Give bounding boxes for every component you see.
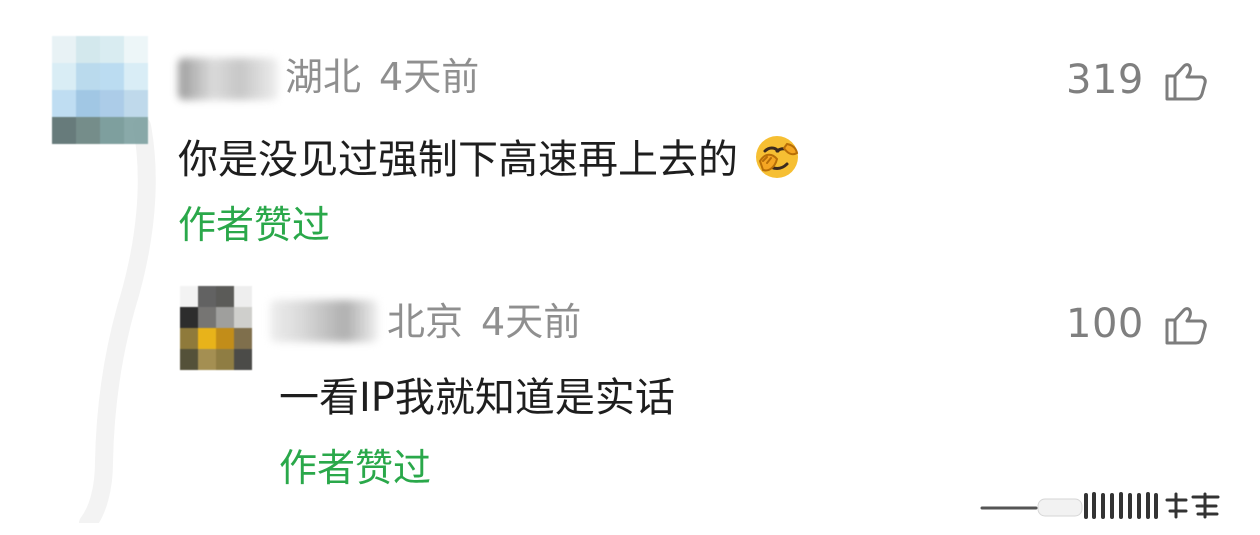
main-comment-author-liked: 作者赞过: [178, 203, 331, 247]
main-comment-like-button[interactable]: 319: [1066, 56, 1210, 104]
thumbs-up-icon: [1162, 56, 1210, 104]
main-comment-location: 湖北: [285, 55, 362, 99]
reply-username-redacted[interactable]: [270, 300, 378, 342]
reply-like-count: 100: [1066, 301, 1144, 347]
facepalm-emoji-icon: [753, 133, 801, 181]
reply-meta: 北京 4天前: [387, 303, 581, 341]
main-comment-time: 4天前: [379, 55, 480, 99]
main-comment-meta: 湖北 4天前: [285, 58, 479, 96]
reply-author-liked: 作者赞过: [279, 446, 432, 490]
main-comment-text-row: 你是没见过强制下高速再上去的: [178, 133, 801, 181]
thumbs-up-icon: [1162, 300, 1210, 348]
reply-time: 4天前: [481, 300, 582, 344]
main-comment-like-count: 319: [1066, 57, 1144, 103]
reply-like-button[interactable]: 100: [1066, 300, 1210, 348]
faint-background-stroke: [79, 118, 156, 523]
main-comment-username-redacted[interactable]: [178, 58, 278, 100]
main-comment-avatar-icon[interactable]: [52, 36, 148, 144]
main-comment-text: 你是没见过强制下高速再上去的: [178, 137, 738, 183]
reply-location: 北京: [387, 300, 464, 344]
reply-avatar-icon[interactable]: [180, 286, 252, 370]
watermark-icon: [980, 486, 1242, 530]
reply-text: 一看IP我就知道是实话: [279, 375, 675, 421]
